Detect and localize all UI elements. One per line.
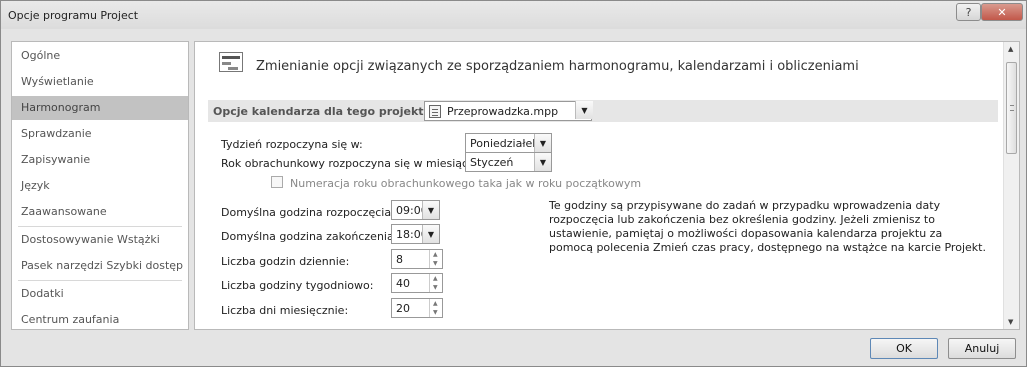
default-start-label: Domyślna godzina rozpoczęcia: [221, 206, 395, 219]
options-dialog: Opcje programu Project ? ✕ Ogólne Wyświe… [0, 0, 1027, 367]
days-per-month-spinner[interactable]: 20 ▲ ▼ [391, 298, 443, 318]
panel-heading: Zmienianie opcji związanych ze sporządza… [256, 59, 859, 74]
nav-item-advanced[interactable]: Zaawansowane [12, 200, 188, 224]
nav-divider [18, 226, 182, 227]
spin-down-icon[interactable]: ▼ [433, 309, 438, 316]
nav-item-customize-ribbon[interactable]: Dostosowywanie Wstążki [12, 228, 188, 252]
nav-item-schedule[interactable]: Harmonogram [12, 96, 188, 120]
fiscal-year-label: Rok obrachunkowy rozpoczyna się w miesią… [221, 157, 479, 170]
calendar-options-section: Opcje kalendarza dla tego projektu: Prze… [208, 100, 998, 122]
default-start-select[interactable]: 09:00 ▼ [391, 200, 440, 220]
working-hours-note: Te godziny są przypisywane do zadań w pr… [549, 199, 986, 254]
scroll-down-icon[interactable]: ▼ [1008, 318, 1013, 326]
close-button[interactable]: ✕ [981, 3, 1023, 21]
nav-item-general[interactable]: Ogólne [12, 44, 188, 68]
chevron-down-icon[interactable]: ▼ [575, 101, 593, 119]
window-title: Opcje programu Project [8, 9, 139, 22]
hours-per-day-label: Liczba godzin dziennie: [221, 255, 350, 268]
spin-down-icon[interactable]: ▼ [433, 284, 438, 291]
ok-button[interactable]: OK [870, 338, 938, 359]
nav-item-display[interactable]: Wyświetlanie [12, 70, 188, 94]
nav-item-save[interactable]: Zapisywanie [12, 148, 188, 172]
options-nav: Ogólne Wyświetlanie Harmonogram Sprawdza… [11, 41, 189, 330]
scroll-up-icon[interactable]: ▲ [1008, 45, 1013, 53]
chevron-down-icon[interactable]: ▼ [422, 225, 439, 243]
default-end-label: Domyślna godzina zakończenia: [221, 230, 398, 243]
project-file-select[interactable]: Przeprowadzka.mpp ▼ [424, 101, 593, 121]
title-bar: Opcje programu Project ? ✕ [1, 1, 1026, 29]
spin-up-icon[interactable]: ▲ [433, 251, 438, 258]
spin-up-icon[interactable]: ▲ [433, 300, 438, 307]
hours-per-week-spinner[interactable]: 40 ▲ ▼ [391, 273, 443, 293]
fiscal-year-select[interactable]: Styczeń ▼ [465, 152, 552, 172]
schedule-options-panel: Zmienianie opcji związanych ze sporządza… [194, 41, 1020, 330]
cancel-button[interactable]: Anuluj [948, 338, 1016, 359]
fiscal-year-value: Styczeń [470, 156, 514, 169]
days-per-month-label: Liczba dni miesięcznie: [221, 304, 349, 317]
hours-per-day-spinner[interactable]: 8 ▲ ▼ [391, 249, 443, 269]
hours-per-day-value: 8 [396, 253, 403, 266]
schedule-icon [219, 52, 243, 72]
nav-divider [18, 280, 182, 281]
nav-item-language[interactable]: Język [12, 174, 188, 198]
help-icon: ? [965, 5, 972, 19]
week-start-select[interactable]: Poniedziałek ▼ [465, 133, 552, 153]
spin-up-icon[interactable]: ▲ [433, 275, 438, 282]
days-per-month-value: 20 [396, 302, 410, 315]
project-file-value: Przeprowadzka.mpp [447, 105, 559, 118]
week-start-value: Poniedziałek [470, 137, 539, 150]
default-end-select[interactable]: 18:00 ▼ [391, 224, 440, 244]
chevron-down-icon[interactable]: ▼ [534, 134, 551, 152]
hours-per-week-label: Liczba godziny tygodniowo: [221, 279, 374, 292]
fiscal-numbering-label: Numeracja roku obrachunkowego taka jak w… [290, 177, 642, 190]
week-start-label: Tydzień rozpoczyna się w: [221, 138, 363, 151]
scroll-thumb[interactable] [1006, 62, 1017, 154]
chevron-down-icon[interactable]: ▼ [422, 201, 439, 219]
spin-down-icon[interactable]: ▼ [433, 260, 438, 267]
help-button[interactable]: ? [956, 3, 981, 21]
nav-item-add-ins[interactable]: Dodatki [12, 282, 188, 306]
project-file-icon [429, 105, 441, 118]
nav-item-quick-access-toolbar[interactable]: Pasek narzędzi Szybki dostęp [12, 254, 188, 278]
close-icon: ✕ [997, 5, 1007, 19]
nav-item-proofing[interactable]: Sprawdzanie [12, 122, 188, 146]
nav-item-trust-center[interactable]: Centrum zaufania [12, 308, 188, 332]
chevron-down-icon[interactable]: ▼ [534, 153, 551, 171]
section-label: Opcje kalendarza dla tego projektu: [213, 105, 436, 118]
hours-per-week-value: 40 [396, 277, 410, 290]
vertical-scrollbar[interactable]: ▲ ▼ [1003, 42, 1019, 329]
fiscal-numbering-checkbox[interactable] [271, 176, 283, 188]
